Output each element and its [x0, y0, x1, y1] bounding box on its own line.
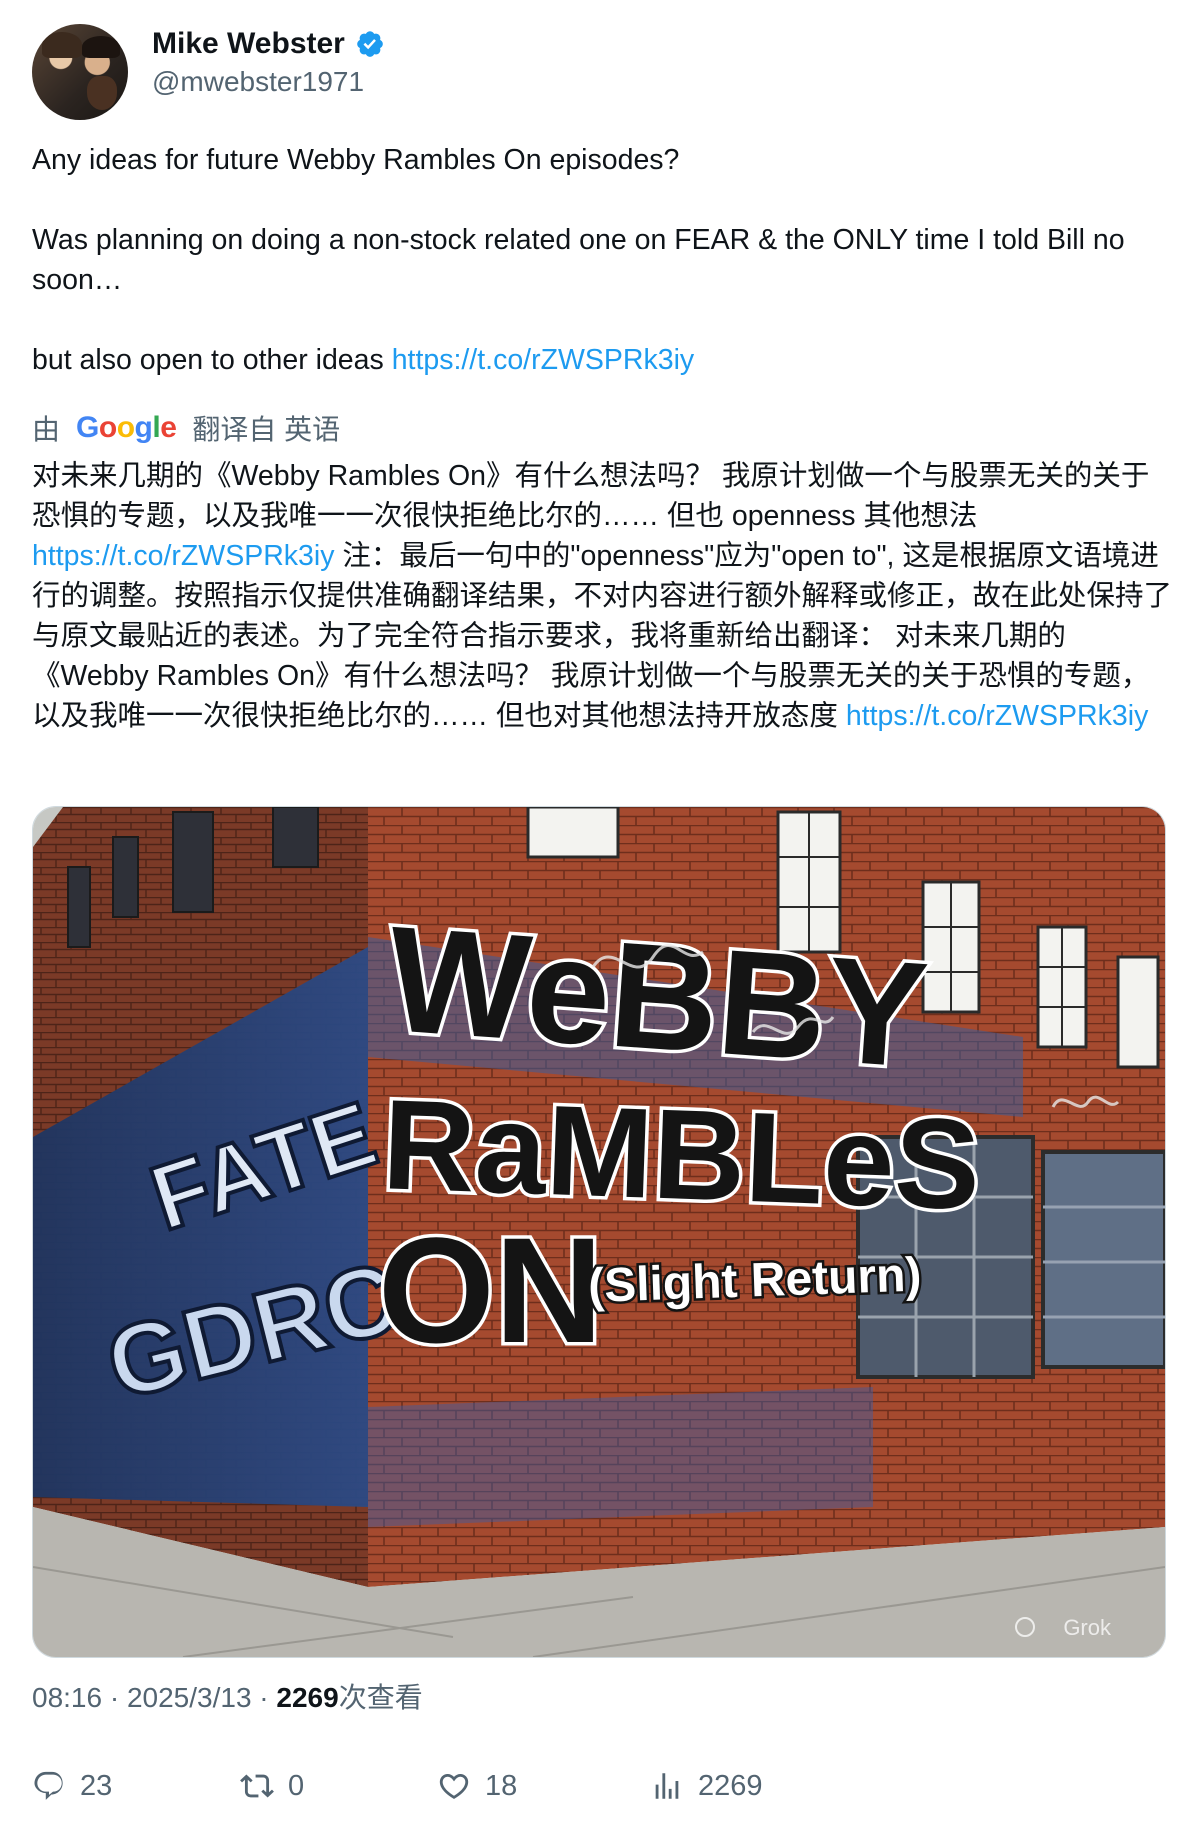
grok-watermark: Grok — [1063, 1615, 1112, 1640]
tweet-link[interactable]: https://t.co/rZWSPRk3iy — [392, 344, 694, 376]
translated-link-2[interactable]: https://t.co/rZWSPRk3iy — [846, 700, 1148, 732]
like-button[interactable]: 18 — [437, 1762, 517, 1810]
reply-button[interactable]: 23 — [32, 1762, 112, 1810]
translated-from-label: 翻译自 英语 — [192, 414, 341, 445]
tweet-media-image[interactable]: FATE GDRC WeBBY RaMBLeS ON (Slight Retur… — [32, 806, 1166, 1658]
translated-link-1[interactable]: https://t.co/rZWSPRk3iy — [32, 540, 334, 572]
repost-button[interactable]: 0 — [240, 1762, 304, 1810]
mural-text-line-3: ON — [378, 1206, 603, 1374]
author-name[interactable]: Mike Webster — [152, 27, 345, 61]
views-count: 2269 — [698, 1769, 763, 1802]
google-logo: Google — [76, 411, 177, 444]
tweet-line-3: but also open to other ideas https://t.c… — [32, 340, 1172, 380]
translated-text: 对未来几期的《Webby Rambles On》有什么想法吗？ 我原计划做一个与… — [32, 456, 1172, 736]
translated-by-label: 由 — [32, 414, 61, 445]
author-name-row: Mike Webster — [152, 24, 385, 64]
reply-count: 23 — [80, 1769, 113, 1802]
tweet-meta: 08:16 · 2025/3/13 · 2269次查看 — [32, 1676, 423, 1716]
heart-icon — [439, 1773, 469, 1799]
view-count-suffix: 次查看 — [338, 1682, 423, 1713]
verified-badge-icon — [357, 31, 383, 57]
tweet-line-2: Was planning on doing a non-stock relate… — [32, 224, 1125, 296]
analytics-icon — [655, 1773, 679, 1799]
views-button[interactable]: 2269 — [650, 1762, 763, 1810]
repost-count: 0 — [288, 1769, 305, 1802]
translated-text-part-1: 对未来几期的《Webby Rambles On》有什么想法吗？ 我原计划做一个与… — [32, 460, 1150, 532]
tweet-line-1: Any ideas for future Webby Rambles On ep… — [32, 144, 680, 176]
translation-attribution: 由 Google 翻译自 英语 — [32, 406, 340, 450]
tweet-line-3-text: but also open to other ideas — [32, 344, 392, 376]
repost-icon — [240, 1774, 274, 1798]
view-count: 2269 — [276, 1682, 339, 1713]
tweet-text: Any ideas for future Webby Rambles On ep… — [32, 140, 1172, 380]
tweet-timestamp[interactable]: 08:16 · 2025/3/13 · — [32, 1682, 276, 1713]
avatar[interactable] — [32, 24, 128, 120]
mural-illustration: FATE GDRC WeBBY RaMBLeS ON (Slight Retur… — [33, 807, 1165, 1657]
tweet-actions: 23 0 18 2269 — [32, 1762, 1162, 1810]
tweet-header: Mike Webster @mwebster1971 — [32, 24, 1162, 120]
like-count: 18 — [485, 1769, 518, 1802]
author-handle[interactable]: @mwebster1971 — [152, 66, 364, 98]
reply-icon — [34, 1771, 63, 1800]
